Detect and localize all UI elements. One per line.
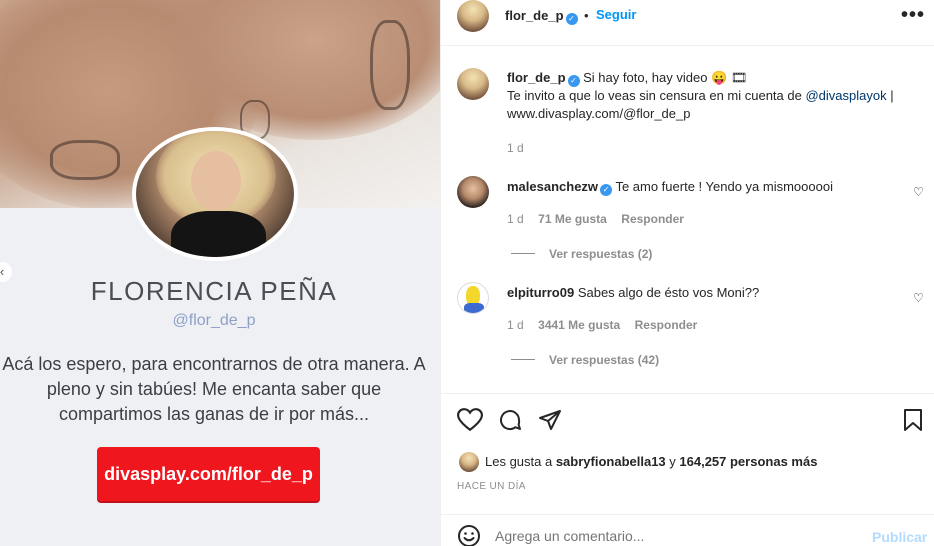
- comment-username[interactable]: malesanchezw: [507, 179, 598, 194]
- add-comment-bar: Publicar: [441, 514, 934, 546]
- comment-likes[interactable]: 71 Me gusta: [538, 212, 607, 226]
- separator: •: [583, 8, 589, 23]
- divasplay-link-button[interactable]: divasplay.com/flor_de_p: [97, 447, 320, 501]
- reply-button[interactable]: Responder: [635, 318, 698, 332]
- comment-text: Sabes algo de ésto vos Moni??: [577, 285, 760, 300]
- caption-text-line1: Si hay foto, hay video 😛 🎞: [583, 70, 748, 85]
- likes-prefix: Les gusta a: [485, 454, 556, 469]
- comment-avatar[interactable]: [457, 176, 489, 208]
- publish-button[interactable]: Publicar: [872, 529, 927, 545]
- reply-button[interactable]: Responder: [621, 212, 684, 226]
- comment-time[interactable]: 1 d: [507, 318, 524, 332]
- emoji-icon[interactable]: [457, 524, 481, 546]
- caption-avatar[interactable]: [457, 68, 489, 100]
- likes-count[interactable]: 164,257 personas más: [679, 454, 817, 469]
- caption-url[interactable]: www.divasplay.com/@flor_de_p: [507, 105, 927, 123]
- liker-avatar[interactable]: [459, 452, 479, 472]
- verified-badge-icon: ✓: [567, 75, 580, 87]
- caption-username[interactable]: flor_de_p: [507, 70, 566, 85]
- view-replies[interactable]: Ver respuestas (2): [507, 245, 907, 263]
- caption-text-line2: Te invito a que lo veas sin censura en m…: [507, 88, 806, 103]
- share-send-icon[interactable]: [538, 408, 562, 432]
- likes-mid: y: [665, 454, 680, 469]
- follow-button[interactable]: Seguir: [596, 7, 636, 22]
- post-details-panel: flor_de_p ✓ • Seguir ••• flor_de_p ✓ Si ha…: [440, 0, 934, 546]
- mention-link[interactable]: @divasplayok: [805, 88, 886, 103]
- caption-text-pipe: |: [886, 88, 894, 103]
- comment-text: Te amo fuerte ! Yendo ya mismoooooi: [615, 179, 833, 194]
- verified-badge-icon: ✓: [600, 184, 613, 196]
- comment-input[interactable]: [495, 525, 865, 546]
- heart-outline-icon[interactable]: ♡: [913, 185, 924, 199]
- view-replies-label: Ver respuestas (2): [549, 247, 653, 261]
- author-username[interactable]: flor_de_p: [505, 8, 564, 23]
- heart-outline-icon[interactable]: ♡: [913, 291, 924, 305]
- caption: flor_de_p ✓ Si hay foto, hay video 😛 🎞 Te…: [507, 69, 927, 155]
- comment-likes[interactable]: 3441 Me gusta: [538, 318, 620, 332]
- comment: malesanchezw ✓ Te amo fuerte ! Yendo ya m…: [507, 178, 907, 263]
- bookmark-icon[interactable]: [903, 408, 923, 432]
- comment-icon[interactable]: [498, 408, 522, 432]
- action-bar: Les gusta a sabryfionabella13 y 164,257 …: [441, 393, 934, 513]
- view-replies[interactable]: Ver respuestas (42): [507, 351, 907, 369]
- comment: elpiturro09 Sabes algo de ésto vos Moni?…: [507, 284, 907, 369]
- verified-badge-icon: ✓: [565, 13, 578, 25]
- likes-summary: Les gusta a sabryfionabella13 y 164,257 …: [485, 453, 817, 471]
- avatar[interactable]: [457, 0, 489, 32]
- post-time-ago[interactable]: HACE UN DÍA: [457, 481, 526, 492]
- profile-handle: @flor_de_p: [172, 312, 256, 329]
- profile-picture: [132, 127, 298, 261]
- comment-avatar[interactable]: [457, 282, 489, 314]
- liker-username[interactable]: sabryfionabella13: [556, 454, 666, 469]
- like-heart-icon[interactable]: [457, 408, 483, 432]
- post-header: flor_de_p ✓ • Seguir •••: [441, 0, 934, 46]
- post-media[interactable]: ‹ FLORENCIA PEÑA @flor_de_p Acá los espe…: [0, 0, 440, 546]
- profile-bio: Acá los espero, para encontrarnos de otr…: [2, 354, 426, 424]
- view-replies-label: Ver respuestas (42): [549, 353, 660, 367]
- profile-name: FLORENCIA PEÑA: [90, 276, 338, 306]
- comment-username[interactable]: elpiturro09: [507, 285, 574, 300]
- post-viewer: ‹ FLORENCIA PEÑA @flor_de_p Acá los espe…: [0, 0, 934, 546]
- caption-time[interactable]: 1 d: [507, 141, 927, 155]
- more-options-icon[interactable]: •••: [901, 4, 925, 27]
- comment-time[interactable]: 1 d: [507, 212, 524, 226]
